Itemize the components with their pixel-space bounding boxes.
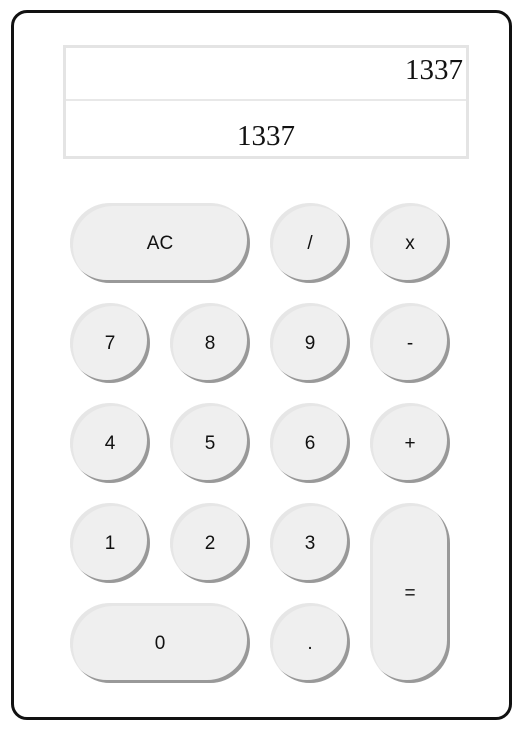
- display-expression: 1337: [405, 54, 463, 86]
- multiply-button-label: x: [405, 232, 415, 254]
- digit-8-button[interactable]: 8: [170, 303, 250, 383]
- digit-0-button[interactable]: 0: [70, 603, 250, 683]
- divide-button-label: /: [307, 232, 313, 254]
- divide-button[interactable]: /: [270, 203, 350, 283]
- calculator: 1337 1337 AC / x 7 8 9 - 4 5 6 + 1 2 3 =…: [11, 10, 512, 720]
- digit-2-button[interactable]: 2: [170, 503, 250, 583]
- display-expression-row: 1337: [66, 48, 466, 101]
- equals-button[interactable]: =: [370, 503, 450, 683]
- subtract-button-label: -: [406, 332, 414, 354]
- clear-button[interactable]: AC: [70, 203, 250, 283]
- digit-1-label: 1: [104, 532, 116, 554]
- multiply-button[interactable]: x: [370, 203, 450, 283]
- display-result: 1337: [237, 120, 295, 152]
- digit-8-label: 8: [204, 332, 216, 354]
- display: 1337 1337: [63, 45, 469, 159]
- digit-2-label: 2: [204, 532, 216, 554]
- digit-1-button[interactable]: 1: [70, 503, 150, 583]
- digit-4-label: 4: [104, 432, 116, 454]
- clear-button-label: AC: [146, 232, 174, 254]
- display-result-row: 1337: [66, 101, 466, 156]
- add-button-label: +: [404, 432, 416, 454]
- digit-7-label: 7: [104, 332, 116, 354]
- digit-0-label: 0: [154, 632, 166, 654]
- digit-5-label: 5: [204, 432, 216, 454]
- digit-5-button[interactable]: 5: [170, 403, 250, 483]
- decimal-button-label: .: [307, 632, 313, 654]
- digit-4-button[interactable]: 4: [70, 403, 150, 483]
- digit-3-label: 3: [304, 532, 316, 554]
- digit-7-button[interactable]: 7: [70, 303, 150, 383]
- digit-3-button[interactable]: 3: [270, 503, 350, 583]
- add-button[interactable]: +: [370, 403, 450, 483]
- equals-button-label: =: [404, 582, 416, 604]
- digit-6-label: 6: [304, 432, 316, 454]
- digit-9-button[interactable]: 9: [270, 303, 350, 383]
- subtract-button[interactable]: -: [370, 303, 450, 383]
- digit-9-label: 9: [304, 332, 316, 354]
- digit-6-button[interactable]: 6: [270, 403, 350, 483]
- decimal-button[interactable]: .: [270, 603, 350, 683]
